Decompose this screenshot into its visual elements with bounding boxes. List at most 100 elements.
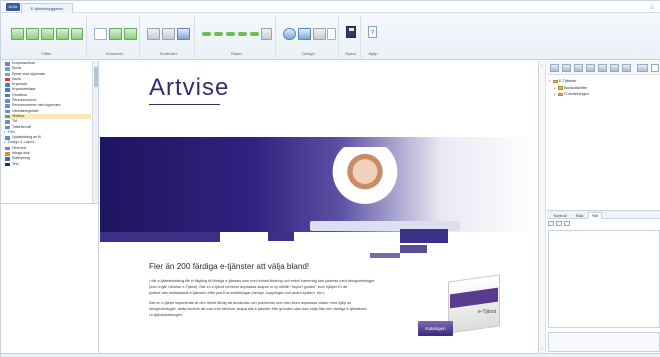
tree-node-it-avdelningen[interactable]: ▸ IT-avdelningen [554, 91, 649, 98]
toolbox-item-label: Tid [12, 119, 17, 124]
folder-icon [558, 86, 563, 90]
help-icon[interactable]: ? [368, 26, 377, 38]
property-pages-icon[interactable] [564, 221, 570, 226]
text-icon [5, 162, 10, 167]
link-icon [5, 152, 10, 156]
catalog-illustration: Katalogen e-Tjänst [418, 274, 502, 345]
copy-button[interactable] [162, 28, 175, 40]
checkbox-icon [5, 83, 10, 87]
explorer-tool-3[interactable] [574, 64, 583, 72]
body-paragraph: (som ingår i Artvise e-Tjänst). När en e… [149, 285, 348, 289]
cut-button[interactable] [147, 28, 160, 40]
explorer-tool-5[interactable] [598, 64, 607, 72]
toolbox-item-label: Text [12, 161, 19, 166]
row-arrow-icon-3[interactable] [226, 32, 235, 36]
categorized-icon[interactable] [548, 221, 554, 226]
ribbon-group-label: Hjälp [368, 51, 378, 56]
explorer-panel: ⌃ ⌄ ▾ E-Tjänster ▸ Bankutskrifter ▸ IT-a… [538, 61, 660, 353]
scroll-up-icon[interactable]: ⌃ [540, 64, 543, 69]
ribbon-group-spara: Spara [341, 16, 361, 58]
toolbox-item-label: Textbox [12, 113, 25, 118]
explorer-tool-8[interactable] [637, 64, 648, 72]
collapse-icon[interactable]: ▾ [549, 78, 551, 85]
search-icon[interactable] [651, 64, 659, 72]
catalog-label: Katalogen [418, 321, 453, 336]
explorer-tree: ▾ E-Tjänster ▸ Bankutskrifter ▸ IT-avdel… [549, 78, 649, 98]
app-menu-button[interactable]: AXIA [6, 3, 20, 11]
toolbox-panel: Dropdownlista Epost Epost med signerare Kar… [1, 61, 99, 353]
property-grid[interactable] [548, 230, 660, 328]
ribbon: Fälter Kolumner Kontroller Rader Design … [1, 13, 660, 60]
artvise-logo: Artvise [149, 74, 230, 101]
add-field-button-1[interactable] [11, 28, 24, 40]
ribbon-group-label: Rader [231, 51, 242, 56]
explorer-tool-2[interactable] [562, 64, 571, 72]
paste-button[interactable] [177, 28, 190, 40]
scroll-down-icon[interactable]: ⌄ [540, 345, 543, 350]
body-paragraph: i e-tjänstekatalogen. [149, 313, 183, 317]
toolbox-item-label: Tidsintervall [12, 124, 32, 129]
folder-icon [558, 92, 563, 96]
canvas-scrollbar[interactable]: ⌃ ⌄ [539, 61, 546, 353]
tab-kontroll[interactable]: Kontroll [549, 212, 571, 219]
column-button-3[interactable] [124, 28, 137, 40]
banner-tile [100, 232, 220, 242]
tab-sida[interactable]: Sida [572, 212, 587, 219]
add-field-button-4[interactable] [56, 28, 69, 40]
row-arrow-icon-1[interactable] [202, 32, 211, 36]
toolbox-item-label: Kryssruteslista [12, 87, 36, 92]
hero-person-image [331, 147, 399, 229]
page-preview: Artvise Fler än 200 färdiga e-tjänster a… [100, 61, 537, 353]
column-button-2[interactable] [109, 28, 122, 40]
add-field-button-2[interactable] [26, 28, 39, 40]
design-canvas[interactable]: Artvise Fler än 200 färdiga e-tjänster a… [100, 61, 537, 353]
tab-etjanstebyggaren[interactable]: E-tjänstebyggaren [21, 3, 73, 13]
ribbon-group-label: Fälter [41, 51, 52, 56]
properties-toolbar [548, 221, 578, 228]
save-icon[interactable] [346, 26, 356, 38]
row-arrow-icon-5[interactable] [250, 32, 259, 36]
add-field-button-5[interactable] [71, 28, 83, 40]
expand-icon[interactable]: ▸ [554, 91, 556, 98]
row-arrow-icon-2[interactable] [214, 32, 223, 36]
property-description [548, 332, 660, 352]
toolbox-item-label: Infoga länk [12, 151, 30, 156]
toolbox-item-label: Personnummer [12, 98, 37, 103]
id-sign-icon [5, 104, 10, 108]
properties-panel: Kontroll Sida Fält [547, 210, 660, 353]
design-globe-button[interactable] [283, 28, 296, 40]
banner-tile [400, 229, 448, 243]
toolbox-tree: Dropdownlista Epost Epost med signerare Kar… [4, 61, 91, 167]
toolbox-item[interactable]: Text [4, 162, 91, 167]
row-arrow-icon-4[interactable] [238, 32, 247, 36]
explorer-tool-4[interactable] [586, 64, 595, 72]
banner-tile [268, 232, 294, 241]
tree-node-label: IT-avdelningen [564, 92, 589, 96]
calc-icon [5, 93, 10, 98]
toolbox-item-label: Sidbrytning [12, 156, 30, 161]
page-heading: Fler än 200 färdiga e-tjänster att välja… [149, 262, 310, 271]
minimize-ribbon-icon[interactable]: △ [649, 4, 655, 10]
add-field-button-3[interactable] [41, 28, 54, 40]
design-style-button[interactable] [313, 28, 326, 40]
explorer-tool-1[interactable] [550, 64, 559, 72]
ribbon-group-design: Design [279, 16, 339, 58]
tab-falt[interactable]: Fält [588, 212, 602, 219]
explorer-tool-7[interactable] [622, 64, 631, 72]
design-layout-button[interactable] [298, 28, 311, 40]
email-icon [5, 67, 10, 71]
toolbox-item-label: Epost med signerare [12, 71, 46, 76]
explorer-toolbar [547, 61, 660, 75]
logo-underline [149, 104, 220, 105]
toolbox-item-label: Personnummer med signerare [12, 103, 61, 108]
sort-az-icon[interactable] [556, 221, 562, 226]
folder-icon [553, 79, 558, 83]
column-button-1[interactable] [94, 28, 107, 40]
row-settings-button[interactable] [261, 28, 272, 40]
explorer-tool-6[interactable] [610, 64, 619, 72]
undo-button[interactable] [327, 28, 336, 40]
toolbox-item-label: Dropdownlista [12, 61, 35, 65]
toolbox-scrollbar[interactable] [92, 61, 98, 203]
slider-icon [5, 109, 10, 114]
scrollbar-thumb[interactable] [94, 67, 98, 87]
